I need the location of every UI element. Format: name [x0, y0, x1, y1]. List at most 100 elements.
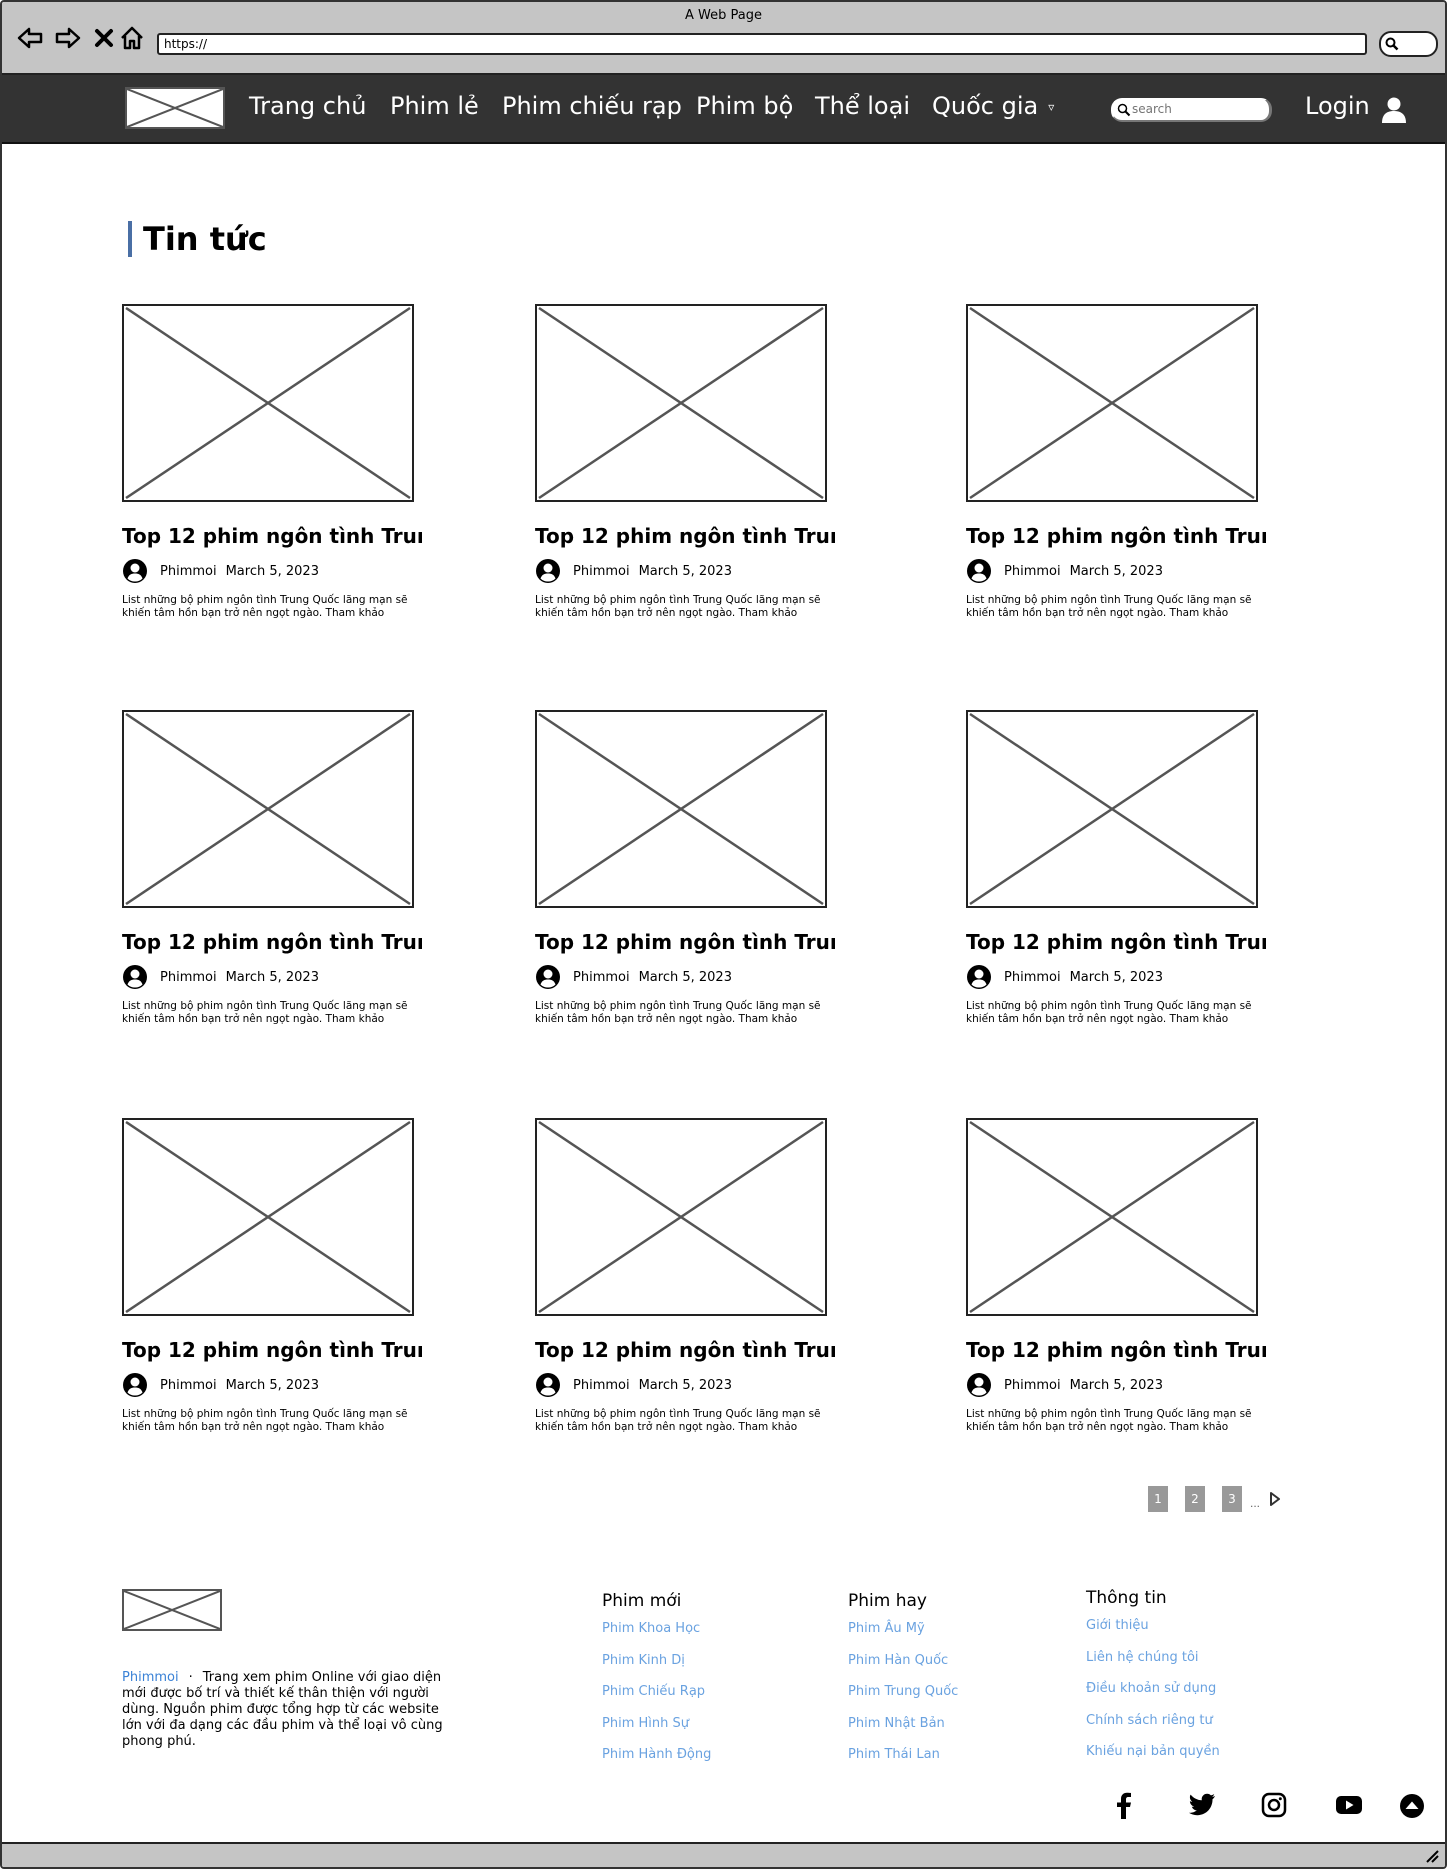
image-placeholder-icon — [538, 1120, 824, 1314]
site-logo[interactable] — [125, 87, 225, 129]
footer-link[interactable]: Điều khoản sử dụng — [1086, 1681, 1220, 1713]
url-bar[interactable]: https:// — [157, 33, 1367, 55]
page-ellipsis: ... — [1250, 1496, 1261, 1510]
news-thumbnail[interactable] — [966, 1118, 1258, 1316]
footer-link[interactable]: Chính sách riêng tư — [1086, 1713, 1220, 1745]
footer-link[interactable]: Phim Trung Quốc — [848, 1684, 958, 1716]
news-title[interactable]: Top 12 phim ngôn tình Trung ... — [535, 524, 835, 548]
nav-item-home[interactable]: Trang chủ — [249, 92, 366, 120]
news-author[interactable]: Phimmoi — [573, 564, 630, 579]
footer-col-new-movies: Phim mới Phim Khoa Học Phim Kinh Dị Phim… — [602, 1591, 711, 1779]
image-placeholder-icon — [969, 1120, 1255, 1314]
search-input[interactable] — [1132, 101, 1257, 117]
news-title[interactable]: Top 12 phim ngôn tình Trung ... — [122, 1338, 422, 1362]
news-title[interactable]: Top 12 phim ngôn tình Trung ... — [966, 524, 1266, 548]
news-author[interactable]: Phimmoi — [160, 1378, 217, 1393]
browser-chrome: A Web Page https:// — [2, 2, 1445, 75]
news-excerpt: List những bộ phim ngôn tình Trung Quốc … — [535, 1000, 821, 1025]
footer-link[interactable]: Phim Khoa Học — [602, 1621, 711, 1653]
footer-link[interactable]: Phim Kinh Dị — [602, 1653, 711, 1685]
news-author[interactable]: Phimmoi — [1004, 564, 1061, 579]
avatar-icon — [123, 559, 147, 583]
youtube-icon[interactable] — [1335, 1795, 1363, 1815]
home-button[interactable] — [118, 24, 146, 52]
news-author[interactable]: Phimmoi — [573, 970, 630, 985]
news-excerpt: List những bộ phim ngôn tình Trung Quốc … — [535, 594, 821, 619]
news-title[interactable]: Top 12 phim ngôn tình Trung ... — [535, 1338, 835, 1362]
back-button[interactable] — [16, 24, 44, 52]
news-thumbnail[interactable] — [966, 710, 1258, 908]
news-author[interactable]: Phimmoi — [160, 970, 217, 985]
footer-link[interactable]: Phim Nhật Bản — [848, 1716, 958, 1748]
news-meta: Phimmoi March 5, 2023 — [966, 964, 1163, 990]
browser-search-button[interactable] — [1379, 31, 1438, 57]
nav-item-series[interactable]: Phim bộ — [696, 92, 793, 120]
page-title: Tin tức — [128, 221, 267, 257]
footer-link[interactable]: Liên hệ chúng tôi — [1086, 1650, 1220, 1682]
footer-col-good-movies: Phim hay Phim Âu Mỹ Phim Hàn Quốc Phim T… — [848, 1591, 958, 1779]
nav-item-country[interactable]: Quốc gia ▿ — [932, 92, 1054, 120]
footer-link[interactable]: Khiếu nại bản quyền — [1086, 1744, 1220, 1776]
twitter-icon[interactable] — [1188, 1792, 1216, 1818]
home-icon — [121, 26, 143, 50]
footer-logo[interactable] — [122, 1589, 222, 1631]
news-meta: Phimmoi March 5, 2023 — [535, 558, 732, 584]
footer-link[interactable]: Giới thiệu — [1086, 1618, 1220, 1650]
search-icon — [1117, 103, 1131, 117]
user-icon[interactable] — [1381, 96, 1407, 124]
news-meta: Phimmoi March 5, 2023 — [966, 1372, 1163, 1398]
news-thumbnail[interactable] — [535, 304, 827, 502]
news-meta: Phimmoi March 5, 2023 — [535, 1372, 732, 1398]
site-search[interactable] — [1111, 98, 1272, 122]
news-thumbnail[interactable] — [535, 1118, 827, 1316]
page-button-1[interactable]: 1 — [1148, 1486, 1168, 1512]
news-title[interactable]: Top 12 phim ngôn tình Trung ... — [966, 930, 1266, 954]
next-page-icon[interactable] — [1269, 1491, 1281, 1507]
footer-link[interactable]: Phim Chiếu Rạp — [602, 1684, 711, 1716]
stop-button[interactable] — [90, 24, 118, 52]
news-title[interactable]: Top 12 phim ngôn tình Trung ... — [122, 930, 422, 954]
footer-col-info: Thông tin Giới thiệu Liên hệ chúng tôi Đ… — [1086, 1588, 1220, 1776]
news-author[interactable]: Phimmoi — [573, 1378, 630, 1393]
news-author[interactable]: Phimmoi — [160, 564, 217, 579]
news-thumbnail[interactable] — [122, 304, 414, 502]
news-excerpt: List những bộ phim ngôn tình Trung Quốc … — [122, 1000, 408, 1025]
search-icon — [1385, 37, 1399, 51]
nav-item-genre[interactable]: Thể loại — [815, 92, 910, 120]
news-excerpt: List những bộ phim ngôn tình Trung Quốc … — [966, 1000, 1252, 1025]
news-title[interactable]: Top 12 phim ngôn tình Trung ... — [966, 1338, 1266, 1362]
footer-link[interactable]: Phim Hình Sự — [602, 1716, 711, 1748]
avatar-icon — [967, 1373, 991, 1397]
image-placeholder-icon — [538, 306, 824, 500]
nav-item-cinema-movies[interactable]: Phim chiếu rạp — [502, 92, 682, 120]
news-meta: Phimmoi March 5, 2023 — [122, 964, 319, 990]
forward-button[interactable] — [54, 24, 82, 52]
news-date: March 5, 2023 — [225, 563, 319, 579]
nav-item-single-movies[interactable]: Phim lẻ — [390, 92, 479, 120]
footer-link[interactable]: Phim Hành Động — [602, 1747, 711, 1779]
facebook-icon[interactable] — [1113, 1792, 1133, 1820]
news-date: March 5, 2023 — [638, 1377, 732, 1393]
footer-link[interactable]: Phim Thái Lan — [848, 1747, 958, 1779]
news-title[interactable]: Top 12 phim ngôn tình Trung ... — [535, 930, 835, 954]
footer-link[interactable]: Phim Hàn Quốc — [848, 1653, 958, 1685]
avatar-icon — [536, 1373, 560, 1397]
footer-brand-link[interactable]: Phimmoi — [122, 1670, 179, 1685]
image-placeholder-icon — [125, 306, 411, 500]
chevron-down-icon: ▿ — [1048, 100, 1055, 114]
news-date: March 5, 2023 — [638, 969, 732, 985]
news-title[interactable]: Top 12 phim ngôn tình Trung ... — [122, 524, 422, 548]
footer-link[interactable]: Phim Âu Mỹ — [848, 1621, 958, 1653]
news-thumbnail[interactable] — [966, 304, 1258, 502]
scroll-top-icon[interactable] — [1399, 1793, 1425, 1819]
news-author[interactable]: Phimmoi — [1004, 1378, 1061, 1393]
news-thumbnail[interactable] — [122, 1118, 414, 1316]
login-link[interactable]: Login — [1305, 92, 1370, 120]
page-button-3[interactable]: 3 — [1222, 1486, 1242, 1512]
news-author[interactable]: Phimmoi — [1004, 970, 1061, 985]
page-button-2[interactable]: 2 — [1185, 1486, 1205, 1512]
news-thumbnail[interactable] — [122, 710, 414, 908]
instagram-icon[interactable] — [1261, 1792, 1287, 1818]
news-thumbnail[interactable] — [535, 710, 827, 908]
resize-grip-icon[interactable] — [1425, 1849, 1439, 1863]
